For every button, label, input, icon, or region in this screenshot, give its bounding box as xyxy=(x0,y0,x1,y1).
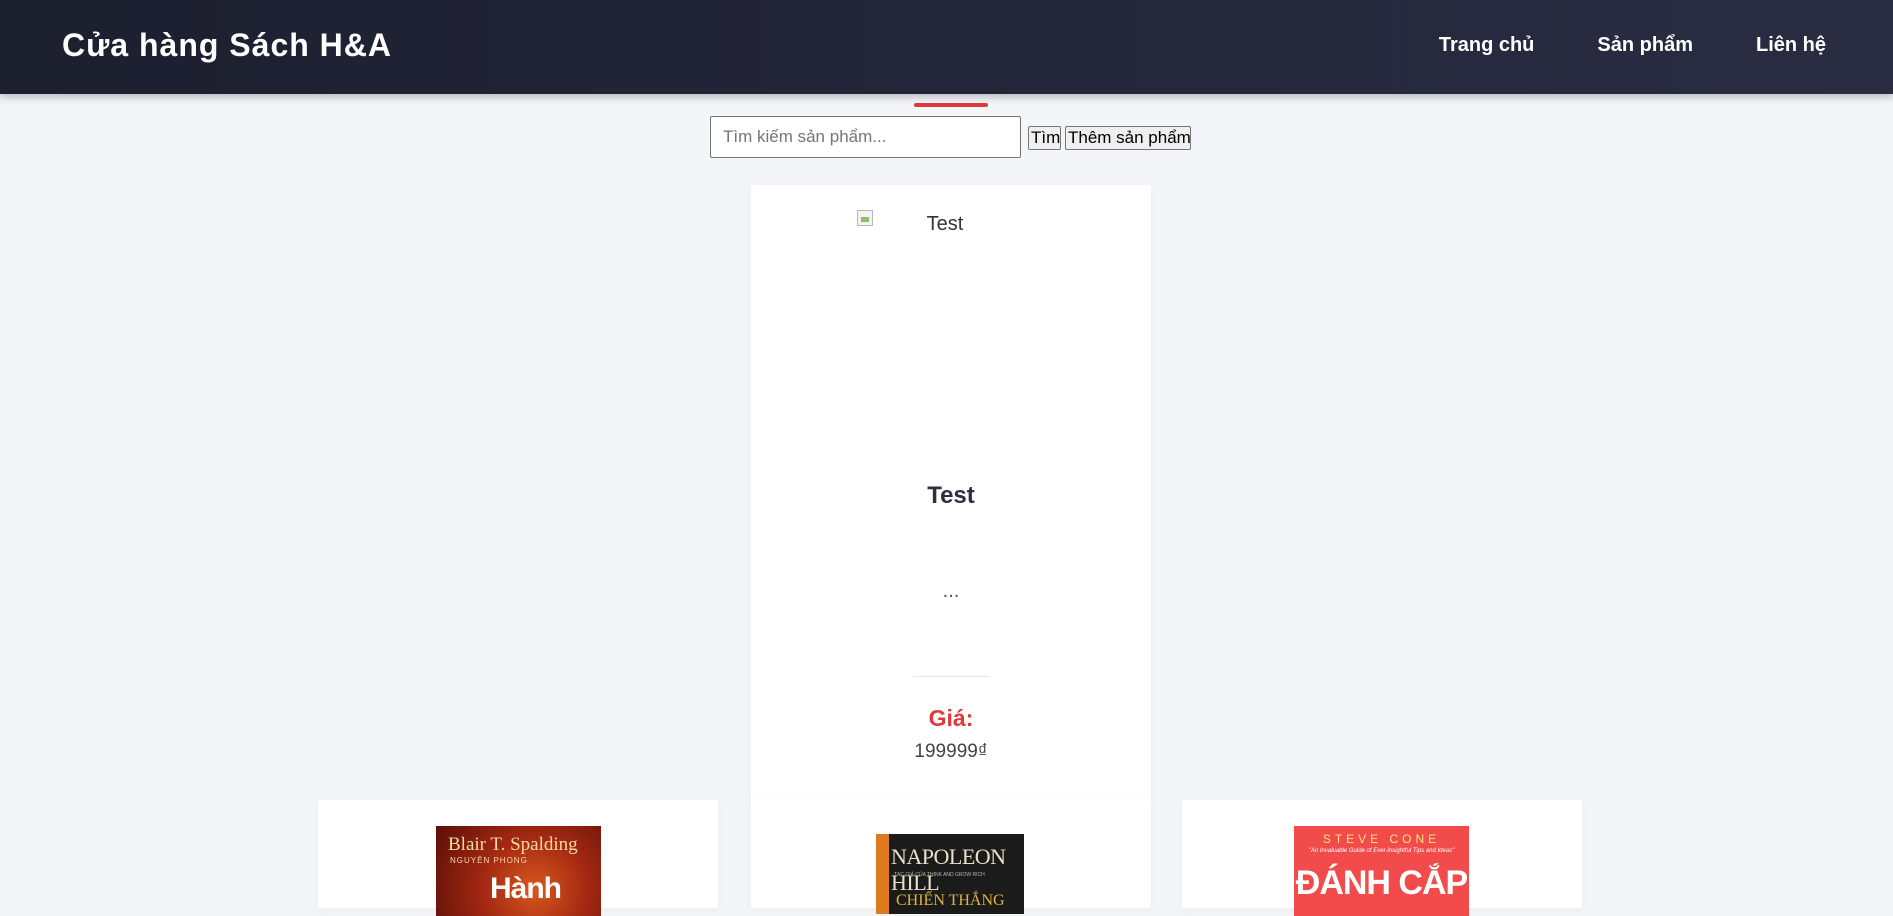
product-image: Test xyxy=(857,210,1033,440)
product-name: Test xyxy=(927,482,975,509)
cover-translator: NGUYÊN PHONG xyxy=(450,856,528,865)
cover-author: Blair T. Spalding xyxy=(448,834,578,855)
nav-home-link[interactable]: Trang chủ xyxy=(1439,34,1535,57)
cover-subtitle: TÁC GIẢ CỦA THINK AND GROW RICH xyxy=(894,872,985,878)
search-button[interactable]: Tìm xyxy=(1028,126,1061,150)
book-cover-image: NAPOLEON HILL TÁC GIẢ CỦA THINK AND GROW… xyxy=(876,834,1024,914)
site-brand[interactable]: Cửa hàng Sách H&A xyxy=(62,27,392,64)
cover-title: Hành xyxy=(490,872,562,905)
product-card[interactable]: STEVE CONE "An Invaluable Guide of Ever-… xyxy=(1182,800,1582,916)
nav-contact-link[interactable]: Liên hệ xyxy=(1756,34,1826,57)
product-card[interactable]: NAPOLEON HILL TÁC GIẢ CỦA THINK AND GROW… xyxy=(751,800,1151,914)
cover-author: NAPOLEON HILL xyxy=(891,844,1006,895)
book-cover-image: Blair T. Spalding NGUYÊN PHONG Hành xyxy=(436,826,601,916)
book-cover-image: STEVE CONE "An Invaluable Guide of Ever-… xyxy=(1294,826,1469,916)
cover-tagline: "An Invaluable Guide of Ever-insightful … xyxy=(1308,848,1455,854)
product-card-featured[interactable]: Test Test ... Giá: 199999₫ xyxy=(751,185,1151,800)
price-value: 199999₫ xyxy=(914,741,988,762)
main-nav: Trang chủ Sản phẩm Liên hệ xyxy=(1439,34,1826,57)
price-label: Giá: xyxy=(928,705,974,731)
product-divider xyxy=(913,676,989,677)
product-image-alt: Test xyxy=(926,213,964,235)
product-card[interactable]: Blair T. Spalding NGUYÊN PHONG Hành xyxy=(318,800,718,916)
add-product-button[interactable]: Thêm sản phẩm xyxy=(1065,126,1191,150)
product-description: ... xyxy=(942,580,960,602)
cover-author: STEVE CONE xyxy=(1322,832,1441,846)
cover-stripe xyxy=(876,834,889,914)
nav-products-link[interactable]: Sản phẩm xyxy=(1597,34,1693,57)
site-header: Cửa hàng Sách H&A Trang chủ Sản phẩm Liê… xyxy=(0,0,1893,94)
cover-title: CHIẾN THẮNG xyxy=(896,892,1005,909)
search-input[interactable] xyxy=(710,116,1021,158)
cover-title: ĐÁNH CẮP xyxy=(1295,864,1468,902)
section-accent-bar xyxy=(914,103,988,107)
